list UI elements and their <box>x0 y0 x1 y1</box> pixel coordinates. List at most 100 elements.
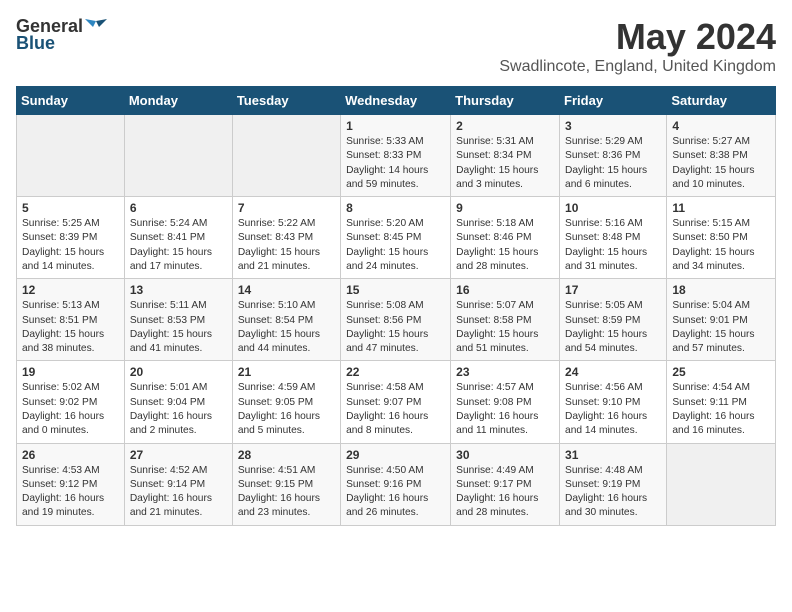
calendar-cell: 17 Sunrise: 5:05 AM Sunset: 8:59 PM Dayli… <box>560 279 667 361</box>
day-info: Sunrise: 4:58 AM Sunset: 9:07 PM Dayligh… <box>346 381 445 438</box>
day-info: Sunrise: 4:57 AM Sunset: 9:08 PM Dayligh… <box>456 381 554 438</box>
calendar-table: SundayMondayTuesdayWednesdayThursdayFrid… <box>16 86 776 526</box>
calendar-cell <box>17 115 125 197</box>
day-info: Sunrise: 4:52 AM Sunset: 9:14 PM Dayligh… <box>130 464 227 521</box>
day-number: 7 <box>238 201 335 215</box>
calendar-cell: 23Sunrise: 4:57 AM Sunset: 9:08 PM Dayli… <box>451 361 560 443</box>
calendar-cell: 31 Sunrise: 4:48 AM Sunset: 9:19 PM Dayli… <box>560 443 667 525</box>
calendar-cell: 2 Sunrise: 5:31 AM Sunset: 8:34 PM Daylig… <box>451 115 560 197</box>
header-cell-tuesday: Tuesday <box>232 87 340 115</box>
day-number: 26 <box>22 448 119 462</box>
day-info: Sunrise: 5:24 AM Sunset: 8:41 PM Dayligh… <box>130 217 227 274</box>
day-info: Sunrise: 5:22 AM Sunset: 8:43 PM Dayligh… <box>238 217 335 274</box>
calendar-cell: 27Sunrise: 4:52 AM Sunset: 9:14 PM Dayli… <box>124 443 232 525</box>
day-info: Sunrise: 4:49 AM Sunset: 9:17 PM Dayligh… <box>456 464 554 521</box>
calendar-cell: 15Sunrise: 5:08 AM Sunset: 8:56 PM Dayli… <box>341 279 451 361</box>
calendar-cell: 26 Sunrise: 4:53 AM Sunset: 9:12 PM Dayli… <box>17 443 125 525</box>
day-info: Sunrise: 5:16 AM Sunset: 8:48 PM Dayligh… <box>565 217 661 274</box>
day-number: 12 <box>22 283 119 297</box>
day-info: Sunrise: 5:20 AM Sunset: 8:45 PM Dayligh… <box>346 217 445 274</box>
day-number: 18 <box>672 283 770 297</box>
day-info: Sunrise: 5:29 AM Sunset: 8:36 PM Dayligh… <box>565 135 661 192</box>
calendar-cell: 20 Sunrise: 5:01 AM Sunset: 9:04 PM Dayli… <box>124 361 232 443</box>
day-number: 29 <box>346 448 445 462</box>
calendar-cell: 30Sunrise: 4:49 AM Sunset: 9:17 PM Dayli… <box>451 443 560 525</box>
day-info: Sunrise: 4:56 AM Sunset: 9:10 PM Dayligh… <box>565 381 661 438</box>
calendar-cell <box>667 443 776 525</box>
calendar-cell: 8 Sunrise: 5:20 AM Sunset: 8:45 PM Daylig… <box>341 197 451 279</box>
day-info: Sunrise: 5:02 AM Sunset: 9:02 PM Dayligh… <box>22 381 119 438</box>
day-number: 16 <box>456 283 554 297</box>
day-info: Sunrise: 5:05 AM Sunset: 8:59 PM Dayligh… <box>565 299 661 356</box>
calendar-cell: 9Sunrise: 5:18 AM Sunset: 8:46 PM Daylig… <box>451 197 560 279</box>
week-row-4: 19 Sunrise: 5:02 AM Sunset: 9:02 PM Dayli… <box>17 361 776 443</box>
calendar-cell: 18 Sunrise: 5:04 AM Sunset: 9:01 PM Dayli… <box>667 279 776 361</box>
header-cell-friday: Friday <box>560 87 667 115</box>
day-number: 10 <box>565 201 661 215</box>
day-info: Sunrise: 5:33 AM Sunset: 8:33 PM Dayligh… <box>346 135 445 192</box>
calendar-cell: 21 Sunrise: 4:59 AM Sunset: 9:05 PM Dayli… <box>232 361 340 443</box>
calendar-subtitle: Swadlincote, England, United Kingdom <box>499 58 776 76</box>
calendar-cell <box>232 115 340 197</box>
day-info: Sunrise: 5:07 AM Sunset: 8:58 PM Dayligh… <box>456 299 554 356</box>
header-cell-wednesday: Wednesday <box>341 87 451 115</box>
day-info: Sunrise: 5:27 AM Sunset: 8:38 PM Dayligh… <box>672 135 770 192</box>
day-number: 24 <box>565 365 661 379</box>
calendar-cell: 19 Sunrise: 5:02 AM Sunset: 9:02 PM Dayli… <box>17 361 125 443</box>
calendar-cell <box>124 115 232 197</box>
day-info: Sunrise: 5:04 AM Sunset: 9:01 PM Dayligh… <box>672 299 770 356</box>
logo-blue-text: Blue <box>16 33 55 54</box>
day-number: 20 <box>130 365 227 379</box>
calendar-cell: 28 Sunrise: 4:51 AM Sunset: 9:15 PM Dayli… <box>232 443 340 525</box>
day-info: Sunrise: 5:11 AM Sunset: 8:53 PM Dayligh… <box>130 299 227 356</box>
logo-bird-icon <box>85 19 107 35</box>
header-cell-thursday: Thursday <box>451 87 560 115</box>
day-info: Sunrise: 5:01 AM Sunset: 9:04 PM Dayligh… <box>130 381 227 438</box>
calendar-cell: 10 Sunrise: 5:16 AM Sunset: 8:48 PM Dayli… <box>560 197 667 279</box>
day-info: Sunrise: 4:51 AM Sunset: 9:15 PM Dayligh… <box>238 464 335 521</box>
calendar-cell: 5Sunrise: 5:25 AM Sunset: 8:39 PM Daylig… <box>17 197 125 279</box>
day-number: 19 <box>22 365 119 379</box>
day-number: 14 <box>238 283 335 297</box>
week-row-2: 5Sunrise: 5:25 AM Sunset: 8:39 PM Daylig… <box>17 197 776 279</box>
header-row: SundayMondayTuesdayWednesdayThursdayFrid… <box>17 87 776 115</box>
week-row-1: 1 Sunrise: 5:33 AM Sunset: 8:33 PM Daylig… <box>17 115 776 197</box>
calendar-cell: 4Sunrise: 5:27 AM Sunset: 8:38 PM Daylig… <box>667 115 776 197</box>
calendar-cell: 3 Sunrise: 5:29 AM Sunset: 8:36 PM Daylig… <box>560 115 667 197</box>
day-info: Sunrise: 5:08 AM Sunset: 8:56 PM Dayligh… <box>346 299 445 356</box>
day-info: Sunrise: 5:10 AM Sunset: 8:54 PM Dayligh… <box>238 299 335 356</box>
day-number: 11 <box>672 201 770 215</box>
header-cell-saturday: Saturday <box>667 87 776 115</box>
day-number: 8 <box>346 201 445 215</box>
calendar-cell: 14 Sunrise: 5:10 AM Sunset: 8:54 PM Dayli… <box>232 279 340 361</box>
day-info: Sunrise: 5:31 AM Sunset: 8:34 PM Dayligh… <box>456 135 554 192</box>
day-number: 21 <box>238 365 335 379</box>
day-number: 1 <box>346 119 445 133</box>
calendar-cell: 16 Sunrise: 5:07 AM Sunset: 8:58 PM Dayli… <box>451 279 560 361</box>
day-info: Sunrise: 5:25 AM Sunset: 8:39 PM Dayligh… <box>22 217 119 274</box>
day-number: 13 <box>130 283 227 297</box>
calendar-cell: 7 Sunrise: 5:22 AM Sunset: 8:43 PM Daylig… <box>232 197 340 279</box>
day-number: 9 <box>456 201 554 215</box>
day-number: 25 <box>672 365 770 379</box>
day-info: Sunrise: 5:15 AM Sunset: 8:50 PM Dayligh… <box>672 217 770 274</box>
day-number: 3 <box>565 119 661 133</box>
day-info: Sunrise: 4:48 AM Sunset: 9:19 PM Dayligh… <box>565 464 661 521</box>
day-info: Sunrise: 4:50 AM Sunset: 9:16 PM Dayligh… <box>346 464 445 521</box>
day-info: Sunrise: 4:59 AM Sunset: 9:05 PM Dayligh… <box>238 381 335 438</box>
day-number: 2 <box>456 119 554 133</box>
week-row-3: 12Sunrise: 5:13 AM Sunset: 8:51 PM Dayli… <box>17 279 776 361</box>
calendar-title: May 2024 <box>499 16 776 58</box>
calendar-cell: 13 Sunrise: 5:11 AM Sunset: 8:53 PM Dayli… <box>124 279 232 361</box>
day-number: 31 <box>565 448 661 462</box>
day-number: 22 <box>346 365 445 379</box>
header-cell-monday: Monday <box>124 87 232 115</box>
calendar-cell: 1 Sunrise: 5:33 AM Sunset: 8:33 PM Daylig… <box>341 115 451 197</box>
day-info: Sunrise: 4:53 AM Sunset: 9:12 PM Dayligh… <box>22 464 119 521</box>
calendar-cell: 29 Sunrise: 4:50 AM Sunset: 9:16 PM Dayli… <box>341 443 451 525</box>
day-info: Sunrise: 4:54 AM Sunset: 9:11 PM Dayligh… <box>672 381 770 438</box>
day-number: 17 <box>565 283 661 297</box>
day-number: 28 <box>238 448 335 462</box>
page-header: General Blue May 2024 Swadlincote, Engla… <box>16 16 776 76</box>
calendar-cell: 6Sunrise: 5:24 AM Sunset: 8:41 PM Daylig… <box>124 197 232 279</box>
